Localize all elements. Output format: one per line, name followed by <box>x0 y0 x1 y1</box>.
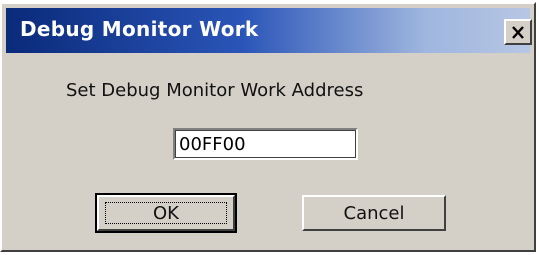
ok-button[interactable]: OK <box>95 193 237 233</box>
debug-monitor-work-dialog: Debug Monitor Work Set Debug Monitor Wor… <box>0 2 536 252</box>
close-button[interactable] <box>504 19 532 45</box>
work-address-input[interactable] <box>173 128 358 160</box>
ok-button-label: OK <box>153 202 179 224</box>
address-prompt-label: Set Debug Monitor Work Address <box>66 80 364 101</box>
close-icon <box>512 25 524 39</box>
dialog-title: Debug Monitor Work <box>20 17 259 41</box>
cancel-button[interactable]: Cancel <box>302 195 446 231</box>
cancel-button-label: Cancel <box>343 202 405 224</box>
title-bar[interactable]: Debug Monitor Work <box>6 8 532 53</box>
